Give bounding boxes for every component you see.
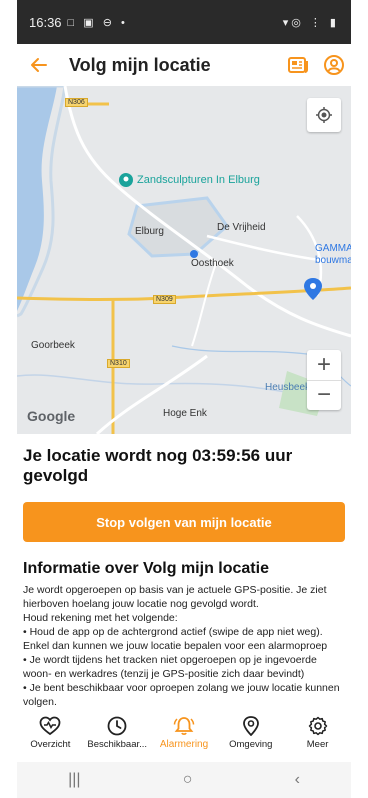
heart-pulse-icon: [39, 716, 61, 736]
app-bar-actions: [287, 54, 345, 76]
info-paragraph: Je wordt opgeroepen op basis van je actu…: [23, 584, 327, 610]
my-location-button[interactable]: [307, 98, 341, 132]
screen: 16:36 □ ▣ ⊖ • ▾◎ ⋮ ▮ Volg mijn locatie N…: [0, 0, 368, 798]
status-time: 16:36: [29, 14, 62, 30]
road-label-n309: N309: [153, 295, 176, 304]
map-label-gamma-bouwmarkt: bouwmar: [315, 255, 351, 266]
info-heading: Informatie over Volg mijn locatie: [23, 560, 269, 577]
nav-label: Omgeving: [229, 739, 273, 750]
tracking-status: Je locatie wordt nog 03:59:56 uur gevolg…: [23, 446, 293, 485]
page-title: Volg mijn locatie: [69, 54, 211, 75]
bell-alarm-icon: [173, 717, 195, 735]
status-notification-icons: □ ▣ ⊖ •: [67, 16, 128, 29]
nav-item-meer[interactable]: Meer: [284, 712, 351, 760]
location-pin-icon: [242, 716, 259, 736]
nav-item-omgeving[interactable]: Omgeving: [217, 712, 284, 760]
info-bullet: • Houd de app op de achtergrond actief (…: [23, 625, 328, 652]
zoom-out-button[interactable]: −: [307, 381, 341, 411]
profile-icon[interactable]: [323, 54, 345, 76]
nav-item-beschikbaarheid[interactable]: Beschikbaar...: [84, 712, 151, 760]
zoom-controls: + −: [307, 350, 341, 410]
nav-label: Overzicht: [30, 739, 71, 750]
system-back-button[interactable]: ‹: [295, 771, 300, 789]
map-label-oosthoek: Oosthoek: [191, 258, 234, 269]
phone-screen: 16:36 □ ▣ ⊖ • ▾◎ ⋮ ▮ Volg mijn locatie N…: [17, 0, 351, 798]
status-system-icons: ▾◎ ⋮ ▮: [282, 16, 339, 29]
system-navigation-bar: ||| ○ ‹: [17, 762, 351, 798]
recents-button[interactable]: |||: [68, 771, 80, 789]
info-bullet: • Je wordt tijdens het tracken niet opge…: [23, 653, 317, 680]
road-label-n306: N306: [65, 98, 88, 107]
stop-tracking-button[interactable]: Stop volgen van mijn locatie: [23, 502, 345, 542]
crosshair-icon: [316, 107, 332, 123]
map-label-heusbeek: Heusbeek: [265, 382, 311, 393]
map-label-vrijheid: De Vrijheid: [217, 222, 266, 233]
news-icon[interactable]: [287, 54, 309, 76]
nav-label: Beschikbaar...: [87, 739, 148, 750]
nav-label: Alarmering: [159, 739, 209, 750]
left-margin: [0, 0, 17, 798]
info-paragraph-note: Houd rekening met het volgende:: [23, 611, 178, 624]
info-body: Je wordt opgeroepen op basis van je actu…: [17, 584, 351, 710]
right-margin: [351, 0, 368, 798]
zoom-in-button[interactable]: +: [307, 350, 341, 381]
map-label-elburg: Elburg: [135, 226, 164, 237]
map-label-hoge-enk: Hoge Enk: [163, 408, 207, 419]
info-bullet: • Je bent beschikbaar voor oproepen zola…: [23, 681, 340, 708]
gear-icon: [308, 716, 327, 736]
home-button[interactable]: ○: [183, 771, 193, 789]
nav-label: Meer: [306, 739, 329, 750]
google-logo: Google: [27, 408, 76, 424]
back-arrow-icon[interactable]: [25, 51, 53, 79]
map-label-gamma: GAMMA: [315, 243, 351, 254]
map-poi-label: Zandsculpturen In Elburg: [137, 174, 260, 186]
road-label-n310: N310: [107, 359, 130, 368]
map-label-goorbeek: Goorbeek: [31, 340, 75, 351]
bottom-navigation: Overzicht Beschikbaar... Alarmering Omge…: [17, 712, 351, 760]
status-bar: 16:36 □ ▣ ⊖ • ▾◎ ⋮ ▮: [17, 0, 351, 44]
map-view[interactable]: N306 N309 N310 Zandsculpturen In Elburg …: [17, 86, 351, 434]
nav-item-alarmering[interactable]: Alarmering: [151, 712, 218, 760]
nav-item-overzicht[interactable]: Overzicht: [17, 712, 84, 760]
app-bar: Volg mijn locatie: [17, 44, 351, 86]
clock-icon: [107, 716, 127, 736]
